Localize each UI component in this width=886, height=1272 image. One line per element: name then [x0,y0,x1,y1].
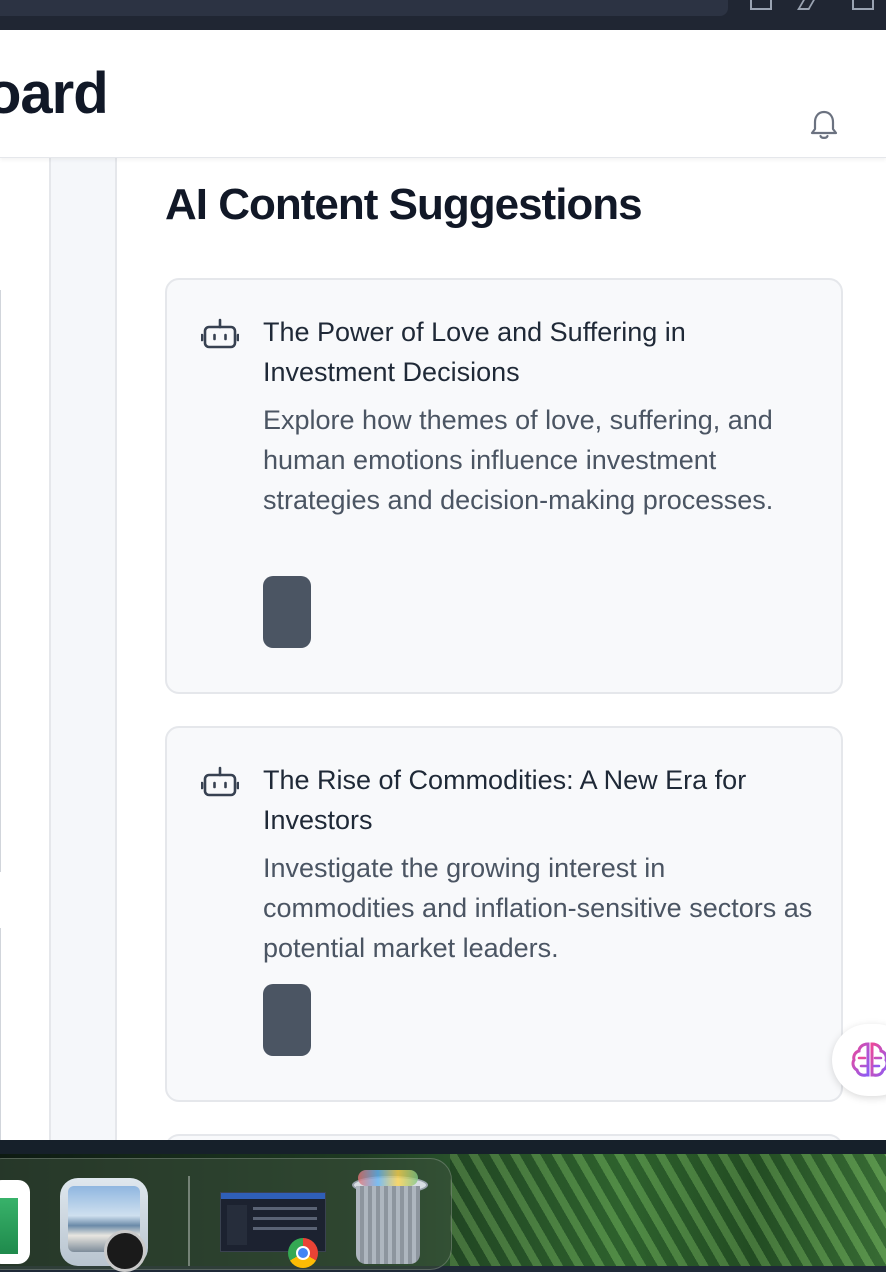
card-action-button[interactable] [263,576,311,648]
card-action-button[interactable] [263,984,311,1056]
card-title: The Rise of Commodities: A New Era for I… [263,765,747,835]
suggestion-card[interactable]: The Power of Love and Suffering in Inves… [165,278,843,694]
robot-icon [201,318,239,349]
suggestion-card[interactable]: The Rise of Commodities: A New Era for I… [165,726,843,1102]
card-description: Investigate the growing interest in comm… [263,853,813,963]
page-title: oard [0,61,109,126]
pen-icon[interactable] [797,0,815,10]
desktop [0,1140,886,1272]
divider [0,290,1,872]
preview-app-icon[interactable] [60,1178,148,1272]
card-title: The Power of Love and Suffering in Inves… [263,317,686,387]
wallpaper [450,1140,886,1266]
browser-toolbar [0,0,886,30]
chrome-icon[interactable] [288,1238,318,1268]
divider [0,928,1,1140]
top-header: oard [0,30,886,158]
dock-separator [188,1176,190,1266]
card-description: Explore how themes of love, suffering, a… [263,405,774,515]
sidebar [0,158,51,1140]
window-edge [0,1140,886,1154]
address-bar[interactable] [0,0,728,16]
trash-icon[interactable] [350,1170,428,1266]
robot-icon [201,766,239,797]
toolbar-icon[interactable] [750,0,772,10]
numbers-app-icon[interactable] [0,1180,30,1264]
bell-icon[interactable] [808,108,840,142]
secondary-sidebar [51,158,117,1140]
window-icon[interactable] [852,0,874,10]
section-title: AI Content Suggestions [165,180,643,229]
brain-icon [851,1042,886,1077]
app-viewport: oard AI Content Suggestions The Power of… [0,30,886,1140]
main-content: AI Content Suggestions The Power of Love… [117,158,886,1140]
